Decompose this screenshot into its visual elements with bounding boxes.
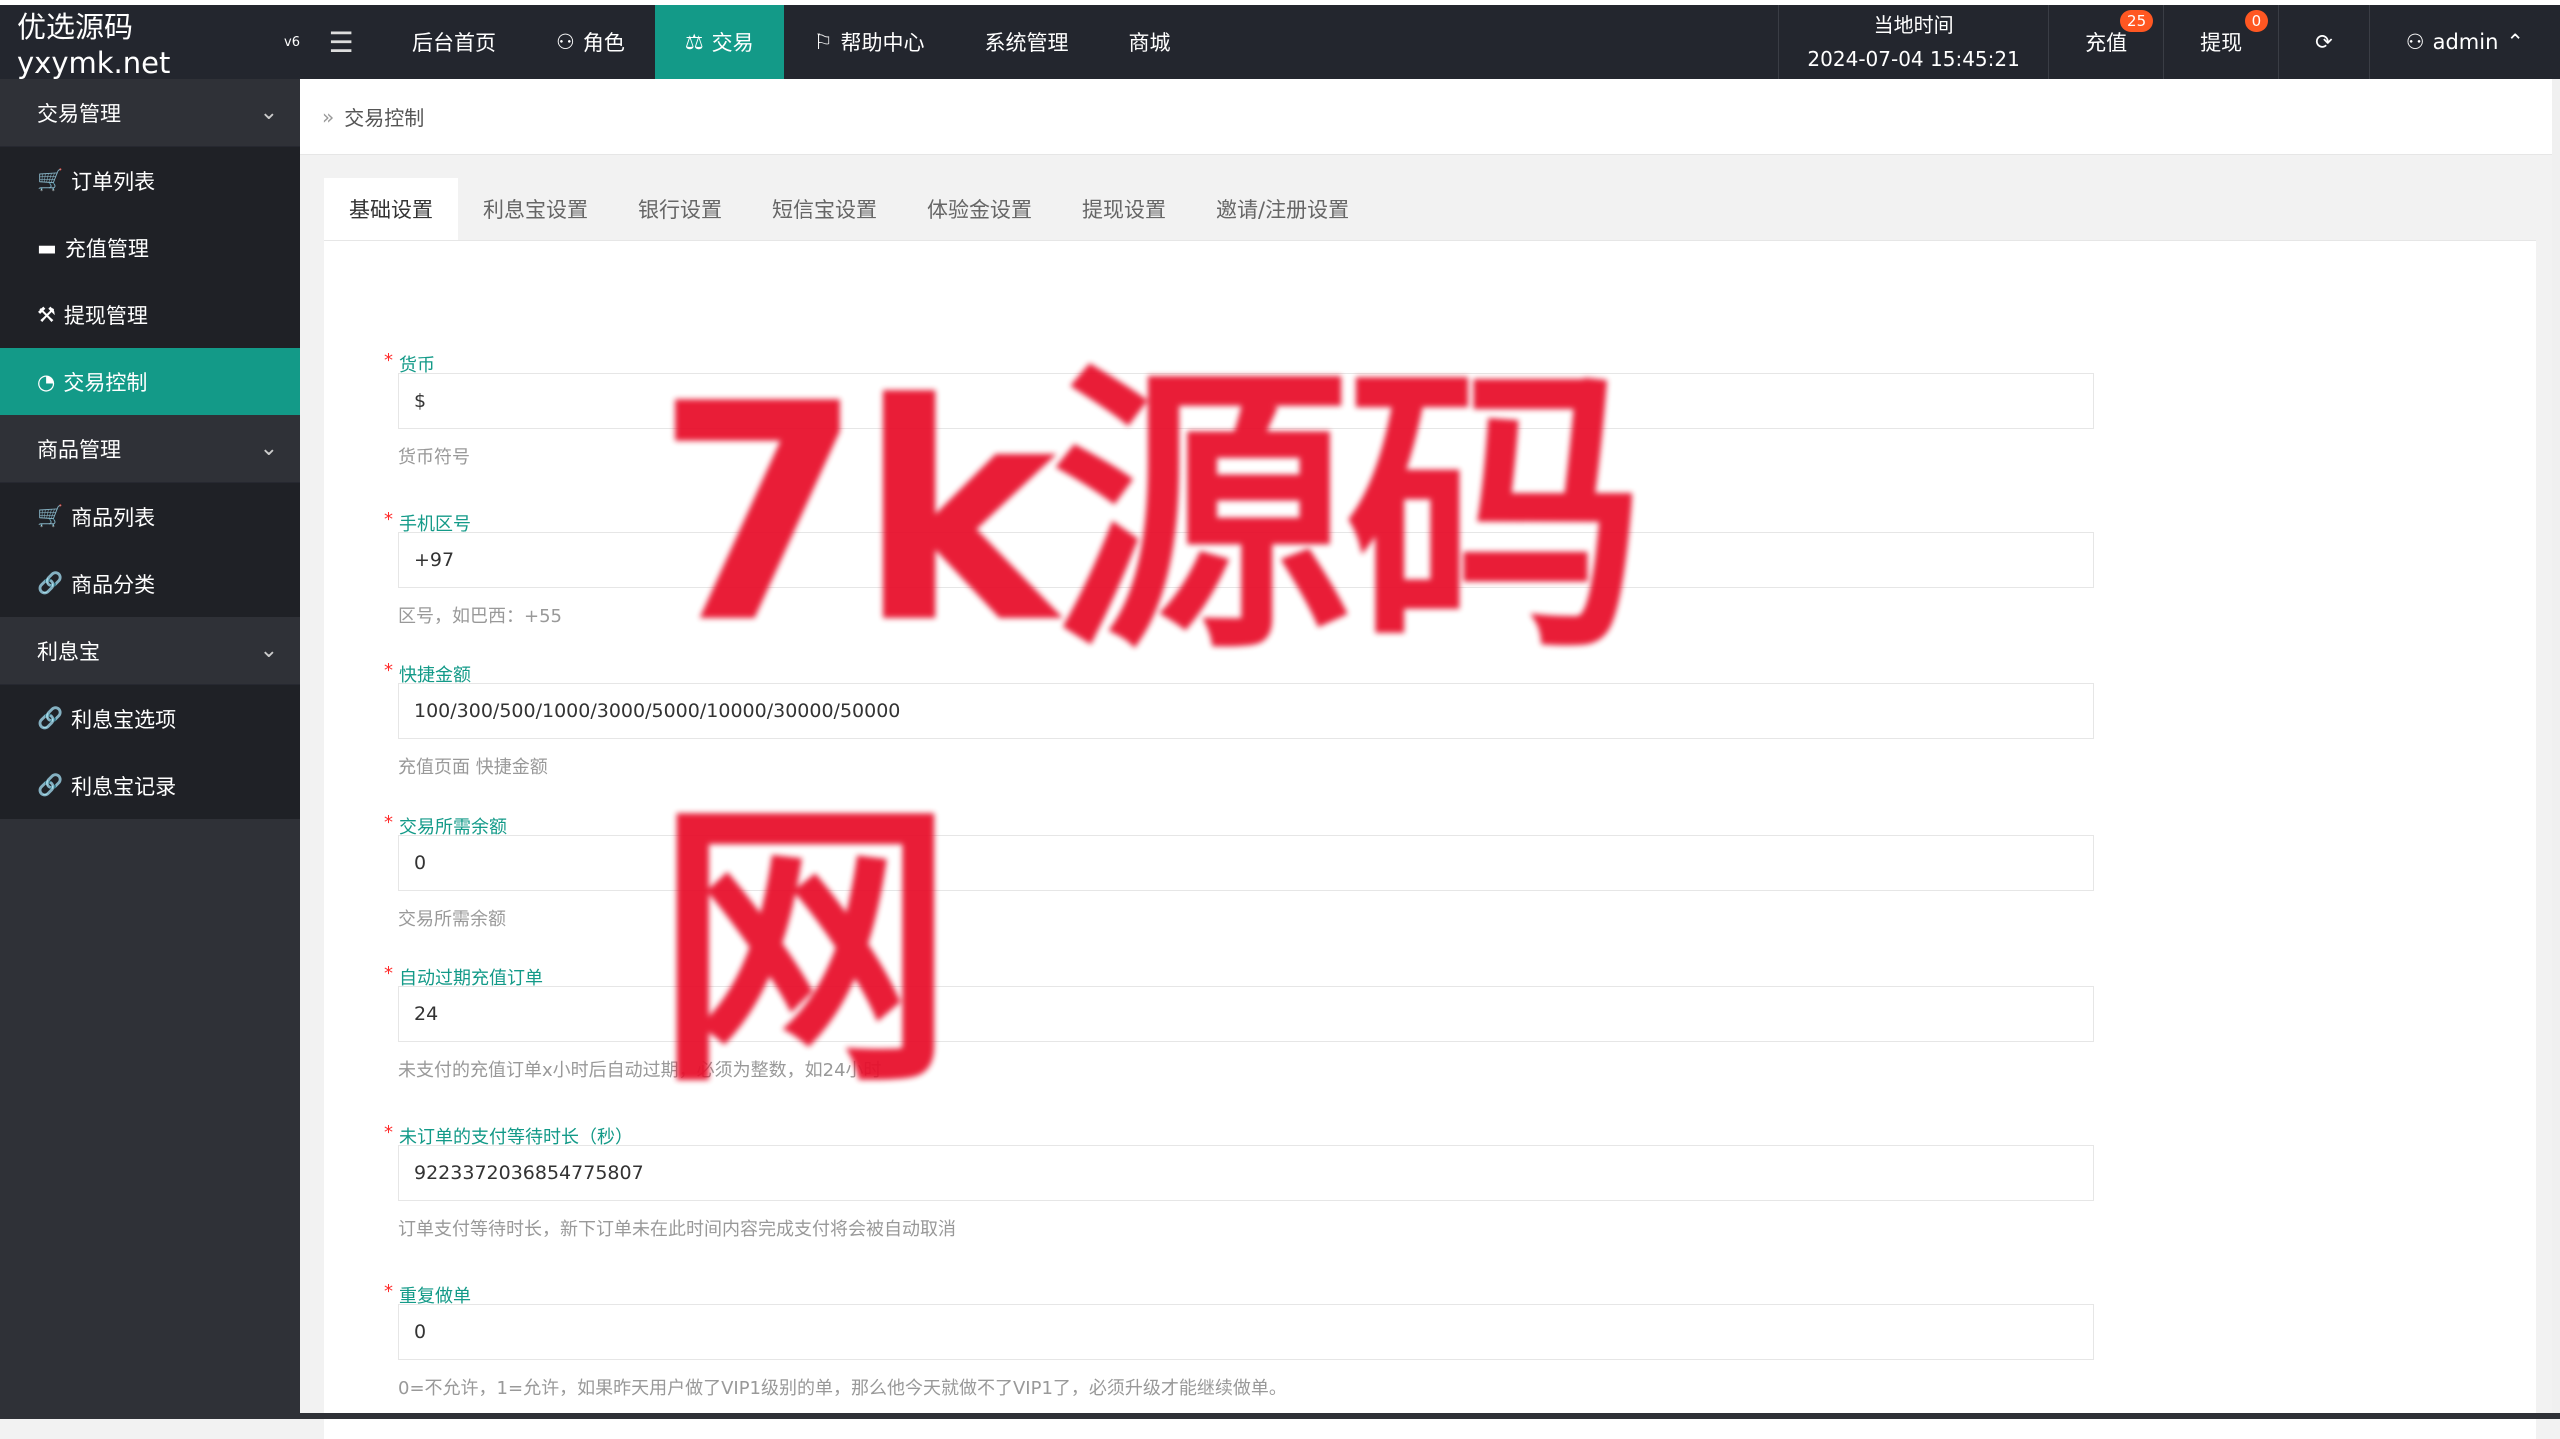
sidebar-group-label: 交易管理: [37, 98, 121, 128]
breadcrumb: » 交易控制: [300, 79, 2560, 155]
sidebar-item-label: 交易控制: [63, 367, 147, 397]
chevron-down-icon: ⌄: [260, 436, 278, 461]
nav-shop[interactable]: 商城: [1098, 5, 1200, 79]
field-hint: 交易所需余额: [398, 905, 506, 931]
sidebar-group-interest[interactable]: 利息宝 ⌄: [0, 617, 300, 685]
bottom-edge: [0, 1413, 2560, 1419]
local-time: 当地时间 2024-07-04 15:45:21: [1778, 5, 2048, 79]
breadcrumb-current[interactable]: 交易控制: [344, 102, 424, 131]
sidebar-item-label: 订单列表: [71, 166, 155, 196]
sidebar-item-label: 充值管理: [65, 233, 149, 263]
pay-wait-input[interactable]: 9223372036854775807: [398, 1145, 2094, 1201]
sidebar-item-label: 商品列表: [71, 502, 155, 532]
nav-home[interactable]: 后台首页: [382, 5, 526, 79]
withdraw-label: 提现: [2200, 27, 2242, 57]
double-chevron-icon: »: [322, 105, 334, 129]
tab-withdraw[interactable]: 提现设置: [1057, 178, 1191, 240]
nav-trade[interactable]: ⚖ 交易: [655, 5, 784, 79]
field-hint: 0=不允许，1=允许，如果昨天用户做了VIP1级别的单，那么他今天就做不了VIP…: [398, 1374, 1287, 1400]
nav-home-label: 后台首页: [412, 27, 496, 57]
withdraw-button[interactable]: 提现 0: [2163, 5, 2278, 79]
page-scrollbar[interactable]: [2552, 79, 2560, 1419]
nav-help[interactable]: ⚐ 帮助中心: [784, 5, 955, 79]
logo-text: 优选源码yxymk.net: [17, 4, 280, 80]
link-icon: 🔗: [37, 706, 63, 731]
sidebar-group-trade[interactable]: 交易管理 ⌄: [0, 79, 300, 147]
tab-trial[interactable]: 体验金设置: [902, 178, 1057, 240]
sidebar-item-label: 商品分类: [71, 569, 155, 599]
field-hint: 充值页面 快捷金额: [398, 753, 548, 779]
nav-system-label: 系统管理: [984, 27, 1068, 57]
sidebar-item-goods-list[interactable]: 🛒 商品列表: [0, 483, 300, 550]
sidebar-item-trade-control[interactable]: ◔ 交易控制: [0, 348, 300, 415]
tab-bank[interactable]: 银行设置: [613, 178, 747, 240]
sidebar-group-goods[interactable]: 商品管理 ⌄: [0, 415, 300, 483]
dashboard-icon: ◔: [37, 370, 55, 394]
user-icon: ⚇: [556, 30, 575, 54]
repeat-order-input[interactable]: 0: [398, 1304, 2094, 1360]
logo[interactable]: 优选源码yxymk.net v6: [0, 5, 300, 79]
scale-icon: ⚖: [685, 30, 704, 54]
top-bar: 优选源码yxymk.net v6 ☰ 后台首页 ⚇ 角色 ⚖ 交易 ⚐ 帮助中心 系统…: [0, 5, 2560, 79]
nav-shop-label: 商城: [1128, 27, 1170, 57]
sidebar-item-label: 利息宝记录: [71, 771, 176, 801]
sidebar-group-label: 利息宝: [37, 636, 100, 666]
flag-icon: ⚐: [814, 30, 833, 54]
cart-icon: 🛒: [37, 168, 63, 193]
chevron-up-icon: ⌃: [2506, 30, 2524, 54]
cart-icon: 🛒: [37, 504, 63, 529]
sidebar-item-label: 利息宝选项: [71, 704, 176, 734]
sidebar-item-orders[interactable]: 🛒 订单列表: [0, 147, 300, 214]
nav-help-label: 帮助中心: [840, 27, 924, 57]
sidebar-item-interest-records[interactable]: 🔗 利息宝记录: [0, 752, 300, 819]
menu-toggle-icon[interactable]: ☰: [300, 5, 382, 79]
sidebar-item-label: 提现管理: [64, 300, 148, 330]
nav-role-label: 角色: [583, 27, 625, 57]
chevron-down-icon: ⌄: [260, 638, 278, 663]
recharge-button[interactable]: 充值 25: [2048, 5, 2163, 79]
local-time-label: 当地时间: [1874, 8, 1954, 42]
sidebar-item-recharge[interactable]: ▬ 充值管理: [0, 214, 300, 281]
field-hint: 区号，如巴西：+55: [398, 602, 562, 628]
link-icon: 🔗: [37, 773, 63, 798]
hammer-icon: ⚒: [37, 303, 56, 327]
tab-bar: 基础设置 利息宝设置 银行设置 短信宝设置 体验金设置 提现设置 邀请/注册设置: [324, 179, 2536, 241]
nav-trade-label: 交易: [712, 27, 754, 57]
logo-version: v6: [284, 35, 300, 50]
tab-interest[interactable]: 利息宝设置: [458, 178, 613, 240]
refresh-icon[interactable]: ⟳: [2278, 5, 2369, 79]
user-icon: ⚇: [2406, 30, 2425, 54]
field-hint: 货币符号: [398, 443, 470, 469]
sidebar-item-goods-category[interactable]: 🔗 商品分类: [0, 550, 300, 617]
nav-system[interactable]: 系统管理: [954, 5, 1098, 79]
sidebar-item-withdraw[interactable]: ⚒ 提现管理: [0, 281, 300, 348]
sidebar: 交易管理 ⌄ 🛒 订单列表 ▬ 充值管理 ⚒ 提现管理 ◔ 交易控制 商品管理 ⌄ 🛒 商…: [0, 79, 300, 1419]
user-name: admin: [2433, 30, 2499, 54]
sidebar-item-interest-options[interactable]: 🔗 利息宝选项: [0, 685, 300, 752]
watermark: 7k源码网: [655, 540, 1915, 870]
link-icon: 🔗: [37, 571, 63, 596]
nav-role[interactable]: ⚇ 角色: [526, 5, 655, 79]
user-menu[interactable]: ⚇ admin ⌃: [2369, 5, 2560, 79]
recharge-badge: 25: [2120, 10, 2153, 32]
tab-basic[interactable]: 基础设置: [324, 178, 458, 240]
local-time-value: 2024-07-04 15:45:21: [1807, 42, 2019, 76]
header-right: 当地时间 2024-07-04 15:45:21 充值 25 提现 0 ⟳ ⚇ …: [1778, 5, 2560, 79]
tab-invite[interactable]: 邀请/注册设置: [1191, 178, 1374, 240]
tab-sms[interactable]: 短信宝设置: [747, 178, 902, 240]
chat-icon: ▬: [37, 236, 57, 260]
withdraw-badge: 0: [2245, 10, 2269, 32]
sidebar-group-label: 商品管理: [37, 434, 121, 464]
chevron-down-icon: ⌄: [260, 100, 278, 125]
recharge-label: 充值: [2085, 27, 2127, 57]
field-hint: 订单支付等待时长，新下订单未在此时间内容完成支付将会被自动取消: [398, 1215, 956, 1241]
